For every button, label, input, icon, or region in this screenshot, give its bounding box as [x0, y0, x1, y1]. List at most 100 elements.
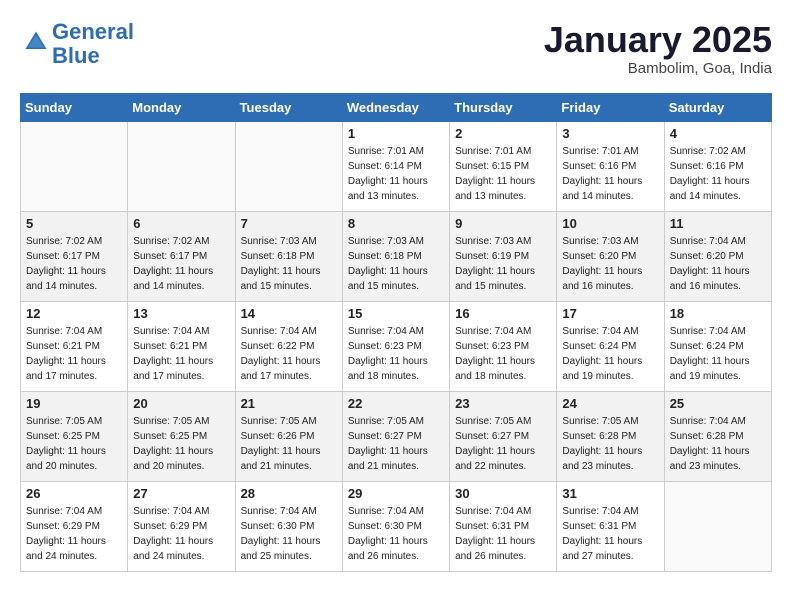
- day-number: 26: [26, 486, 122, 501]
- table-row: 21 Sunrise: 7:05 AMSunset: 6:26 PMDaylig…: [235, 391, 342, 481]
- day-info: Sunrise: 7:01 AMSunset: 6:16 PMDaylight:…: [562, 144, 658, 204]
- day-number: 15: [348, 306, 444, 321]
- day-info: Sunrise: 7:05 AMSunset: 6:25 PMDaylight:…: [133, 414, 229, 474]
- day-number: 7: [241, 216, 337, 231]
- day-info: Sunrise: 7:05 AMSunset: 6:26 PMDaylight:…: [241, 414, 337, 474]
- col-saturday: Saturday: [664, 93, 771, 121]
- table-row: 17 Sunrise: 7:04 AMSunset: 6:24 PMDaylig…: [557, 301, 664, 391]
- table-row: 15 Sunrise: 7:04 AMSunset: 6:23 PMDaylig…: [342, 301, 449, 391]
- table-row: 7 Sunrise: 7:03 AMSunset: 6:18 PMDayligh…: [235, 211, 342, 301]
- col-tuesday: Tuesday: [235, 93, 342, 121]
- table-row: 10 Sunrise: 7:03 AMSunset: 6:20 PMDaylig…: [557, 211, 664, 301]
- calendar-week-row: 26 Sunrise: 7:04 AMSunset: 6:29 PMDaylig…: [21, 481, 772, 571]
- month-title: January 2025: [544, 20, 772, 60]
- day-number: 29: [348, 486, 444, 501]
- calendar-table: Sunday Monday Tuesday Wednesday Thursday…: [20, 93, 772, 572]
- table-row: 28 Sunrise: 7:04 AMSunset: 6:30 PMDaylig…: [235, 481, 342, 571]
- table-row: 27 Sunrise: 7:04 AMSunset: 6:29 PMDaylig…: [128, 481, 235, 571]
- col-sunday: Sunday: [21, 93, 128, 121]
- day-info: Sunrise: 7:04 AMSunset: 6:20 PMDaylight:…: [670, 234, 766, 294]
- logo-icon: [22, 28, 50, 56]
- day-number: 3: [562, 126, 658, 141]
- day-number: 20: [133, 396, 229, 411]
- table-row: 19 Sunrise: 7:05 AMSunset: 6:25 PMDaylig…: [21, 391, 128, 481]
- day-number: 2: [455, 126, 551, 141]
- day-info: Sunrise: 7:04 AMSunset: 6:29 PMDaylight:…: [26, 504, 122, 564]
- day-number: 1: [348, 126, 444, 141]
- day-info: Sunrise: 7:04 AMSunset: 6:31 PMDaylight:…: [455, 504, 551, 564]
- day-info: Sunrise: 7:04 AMSunset: 6:30 PMDaylight:…: [348, 504, 444, 564]
- day-number: 27: [133, 486, 229, 501]
- day-number: 14: [241, 306, 337, 321]
- day-info: Sunrise: 7:04 AMSunset: 6:24 PMDaylight:…: [670, 324, 766, 384]
- day-number: 10: [562, 216, 658, 231]
- day-info: Sunrise: 7:03 AMSunset: 6:18 PMDaylight:…: [241, 234, 337, 294]
- location-subtitle: Bambolim, Goa, India: [544, 60, 772, 77]
- table-row: 24 Sunrise: 7:05 AMSunset: 6:28 PMDaylig…: [557, 391, 664, 481]
- col-friday: Friday: [557, 93, 664, 121]
- day-info: Sunrise: 7:04 AMSunset: 6:23 PMDaylight:…: [455, 324, 551, 384]
- day-number: 6: [133, 216, 229, 231]
- day-number: 4: [670, 126, 766, 141]
- table-row: 12 Sunrise: 7:04 AMSunset: 6:21 PMDaylig…: [21, 301, 128, 391]
- table-row: 8 Sunrise: 7:03 AMSunset: 6:18 PMDayligh…: [342, 211, 449, 301]
- calendar-week-row: 5 Sunrise: 7:02 AMSunset: 6:17 PMDayligh…: [21, 211, 772, 301]
- table-row: 16 Sunrise: 7:04 AMSunset: 6:23 PMDaylig…: [450, 301, 557, 391]
- table-row: 5 Sunrise: 7:02 AMSunset: 6:17 PMDayligh…: [21, 211, 128, 301]
- table-row: 3 Sunrise: 7:01 AMSunset: 6:16 PMDayligh…: [557, 121, 664, 211]
- day-info: Sunrise: 7:05 AMSunset: 6:27 PMDaylight:…: [348, 414, 444, 474]
- table-row: 6 Sunrise: 7:02 AMSunset: 6:17 PMDayligh…: [128, 211, 235, 301]
- day-info: Sunrise: 7:05 AMSunset: 6:25 PMDaylight:…: [26, 414, 122, 474]
- day-info: Sunrise: 7:04 AMSunset: 6:22 PMDaylight:…: [241, 324, 337, 384]
- table-row: 14 Sunrise: 7:04 AMSunset: 6:22 PMDaylig…: [235, 301, 342, 391]
- day-info: Sunrise: 7:04 AMSunset: 6:21 PMDaylight:…: [133, 324, 229, 384]
- day-info: Sunrise: 7:04 AMSunset: 6:31 PMDaylight:…: [562, 504, 658, 564]
- day-info: Sunrise: 7:01 AMSunset: 6:14 PMDaylight:…: [348, 144, 444, 204]
- day-info: Sunrise: 7:01 AMSunset: 6:15 PMDaylight:…: [455, 144, 551, 204]
- table-row: 31 Sunrise: 7:04 AMSunset: 6:31 PMDaylig…: [557, 481, 664, 571]
- table-row: [235, 121, 342, 211]
- day-number: 9: [455, 216, 551, 231]
- day-info: Sunrise: 7:04 AMSunset: 6:23 PMDaylight:…: [348, 324, 444, 384]
- day-info: Sunrise: 7:02 AMSunset: 6:16 PMDaylight:…: [670, 144, 766, 204]
- day-info: Sunrise: 7:03 AMSunset: 6:18 PMDaylight:…: [348, 234, 444, 294]
- table-row: 29 Sunrise: 7:04 AMSunset: 6:30 PMDaylig…: [342, 481, 449, 571]
- day-info: Sunrise: 7:03 AMSunset: 6:20 PMDaylight:…: [562, 234, 658, 294]
- day-info: Sunrise: 7:04 AMSunset: 6:30 PMDaylight:…: [241, 504, 337, 564]
- day-info: Sunrise: 7:04 AMSunset: 6:28 PMDaylight:…: [670, 414, 766, 474]
- day-number: 21: [241, 396, 337, 411]
- day-number: 16: [455, 306, 551, 321]
- table-row: 2 Sunrise: 7:01 AMSunset: 6:15 PMDayligh…: [450, 121, 557, 211]
- day-number: 30: [455, 486, 551, 501]
- table-row: 22 Sunrise: 7:05 AMSunset: 6:27 PMDaylig…: [342, 391, 449, 481]
- col-thursday: Thursday: [450, 93, 557, 121]
- day-number: 22: [348, 396, 444, 411]
- table-row: 4 Sunrise: 7:02 AMSunset: 6:16 PMDayligh…: [664, 121, 771, 211]
- table-row: 18 Sunrise: 7:04 AMSunset: 6:24 PMDaylig…: [664, 301, 771, 391]
- day-info: Sunrise: 7:02 AMSunset: 6:17 PMDaylight:…: [26, 234, 122, 294]
- col-monday: Monday: [128, 93, 235, 121]
- col-wednesday: Wednesday: [342, 93, 449, 121]
- day-info: Sunrise: 7:03 AMSunset: 6:19 PMDaylight:…: [455, 234, 551, 294]
- table-row: [21, 121, 128, 211]
- day-number: 17: [562, 306, 658, 321]
- day-number: 13: [133, 306, 229, 321]
- day-number: 25: [670, 396, 766, 411]
- day-info: Sunrise: 7:02 AMSunset: 6:17 PMDaylight:…: [133, 234, 229, 294]
- day-info: Sunrise: 7:05 AMSunset: 6:27 PMDaylight:…: [455, 414, 551, 474]
- day-info: Sunrise: 7:04 AMSunset: 6:24 PMDaylight:…: [562, 324, 658, 384]
- table-row: 26 Sunrise: 7:04 AMSunset: 6:29 PMDaylig…: [21, 481, 128, 571]
- day-number: 24: [562, 396, 658, 411]
- day-number: 31: [562, 486, 658, 501]
- day-number: 28: [241, 486, 337, 501]
- day-number: 5: [26, 216, 122, 231]
- day-number: 23: [455, 396, 551, 411]
- day-info: Sunrise: 7:04 AMSunset: 6:21 PMDaylight:…: [26, 324, 122, 384]
- title-block: January 2025 Bambolim, Goa, India: [544, 20, 772, 77]
- table-row: 30 Sunrise: 7:04 AMSunset: 6:31 PMDaylig…: [450, 481, 557, 571]
- day-number: 11: [670, 216, 766, 231]
- table-row: 20 Sunrise: 7:05 AMSunset: 6:25 PMDaylig…: [128, 391, 235, 481]
- day-number: 19: [26, 396, 122, 411]
- day-number: 8: [348, 216, 444, 231]
- table-row: 23 Sunrise: 7:05 AMSunset: 6:27 PMDaylig…: [450, 391, 557, 481]
